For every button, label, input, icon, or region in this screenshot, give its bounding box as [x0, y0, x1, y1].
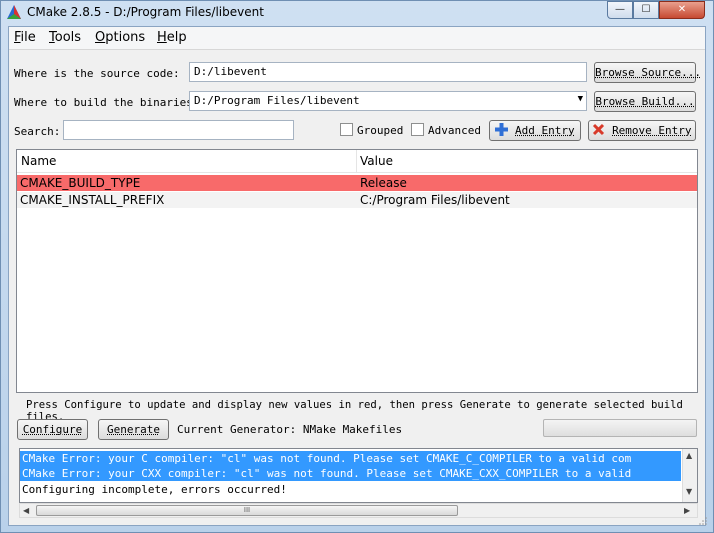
generate-label: Generate [107, 423, 160, 436]
advanced-checkbox[interactable] [411, 123, 424, 136]
advanced-label: Advanced [428, 124, 481, 137]
grouped-checkbox[interactable] [340, 123, 353, 136]
plus-icon [495, 123, 509, 136]
menu-tools[interactable]: Tools [49, 30, 81, 45]
row-name: CMAKE_INSTALL_PREFIX [20, 193, 165, 207]
scroll-up-icon[interactable]: ▲ [686, 451, 692, 460]
browse-build-button[interactable]: Browse Build... [594, 91, 696, 112]
remove-entry-label: Remove Entry [612, 124, 692, 137]
scroll-right-icon[interactable]: ▶ [684, 506, 690, 515]
add-entry-button[interactable]: Add Entry [489, 120, 581, 141]
column-divider[interactable] [356, 150, 357, 172]
scroll-left-icon[interactable]: ◀ [23, 506, 29, 515]
build-value: D:/Program Files/libevent [194, 94, 360, 107]
build-label: Where to build the binaries: [14, 96, 200, 109]
table-row[interactable]: CMAKE_INSTALL_PREFIX C:/Program Files/li… [17, 192, 697, 208]
progress-bar [543, 419, 697, 437]
current-generator-text: Current Generator: NMake Makefiles [177, 423, 403, 436]
remove-icon [593, 123, 605, 136]
row-name: CMAKE_BUILD_TYPE [20, 176, 141, 190]
maximize-button[interactable]: ☐ [633, 1, 659, 19]
log-line: CMake Error: your C compiler: "cl" was n… [20, 451, 681, 466]
main-window: CMake 2.8.5 - D:/Program Files/libevent … [0, 0, 714, 533]
close-button[interactable]: ✕ [659, 1, 705, 19]
column-header-value[interactable]: Value [360, 154, 393, 168]
minimize-button[interactable]: — [607, 1, 633, 19]
chevron-down-icon[interactable]: ▼ [578, 94, 583, 104]
row-value: Release [360, 176, 407, 190]
menu-options[interactable]: Options [95, 30, 145, 45]
search-input[interactable] [63, 120, 294, 140]
client-area: File Tools Options Help Where is the sou… [8, 26, 707, 526]
configure-button[interactable]: Configure [17, 419, 88, 440]
title-bar[interactable]: CMake 2.8.5 - D:/Program Files/libevent … [1, 1, 713, 25]
row-value: C:/Program Files/libevent [360, 193, 510, 207]
menu-bar: File Tools Options Help [9, 27, 705, 50]
generate-button[interactable]: Generate [98, 419, 169, 440]
scrollbar-thumb[interactable]: III [36, 505, 458, 516]
window-title: CMake 2.8.5 - D:/Program Files/libevent [27, 5, 264, 19]
scroll-down-icon[interactable]: ▼ [686, 487, 692, 496]
add-entry-label: Add Entry [515, 124, 575, 137]
source-label: Where is the source code: [14, 67, 180, 80]
browse-source-label: Browse Source... [595, 66, 701, 79]
remove-entry-button[interactable]: Remove Entry [588, 120, 696, 141]
build-combobox[interactable]: D:/Program Files/libevent ▼ [189, 91, 587, 111]
browse-source-button[interactable]: Browse Source... [594, 62, 701, 83]
search-label: Search: [14, 125, 61, 138]
log-line: CMake Error: your CXX compiler: "cl" was… [20, 466, 681, 481]
browse-build-label: Browse Build... [595, 95, 695, 108]
table-row[interactable]: CMAKE_BUILD_TYPE Release [17, 175, 697, 191]
output-vertical-scrollbar[interactable]: ▲ ▼ [682, 449, 697, 502]
log-line: Configuring incomplete, errors occurred! [22, 483, 287, 496]
source-input[interactable]: D:/libevent [189, 62, 587, 82]
output-horizontal-scrollbar[interactable]: ◀ III ▶ [19, 503, 698, 518]
resize-grip-icon[interactable] [699, 517, 707, 525]
grouped-label: Grouped [357, 124, 404, 137]
table-header: Name Value [17, 150, 697, 173]
output-log[interactable]: CMake Error: your C compiler: "cl" was n… [19, 448, 698, 503]
configure-label: Configure [22, 423, 83, 436]
cache-table: Name Value CMAKE_BUILD_TYPE Release CMAK… [16, 149, 698, 393]
menu-help[interactable]: Help [157, 30, 187, 45]
column-header-name[interactable]: Name [21, 154, 56, 168]
cmake-logo-icon [7, 5, 21, 19]
menu-file[interactable]: File [14, 30, 36, 45]
